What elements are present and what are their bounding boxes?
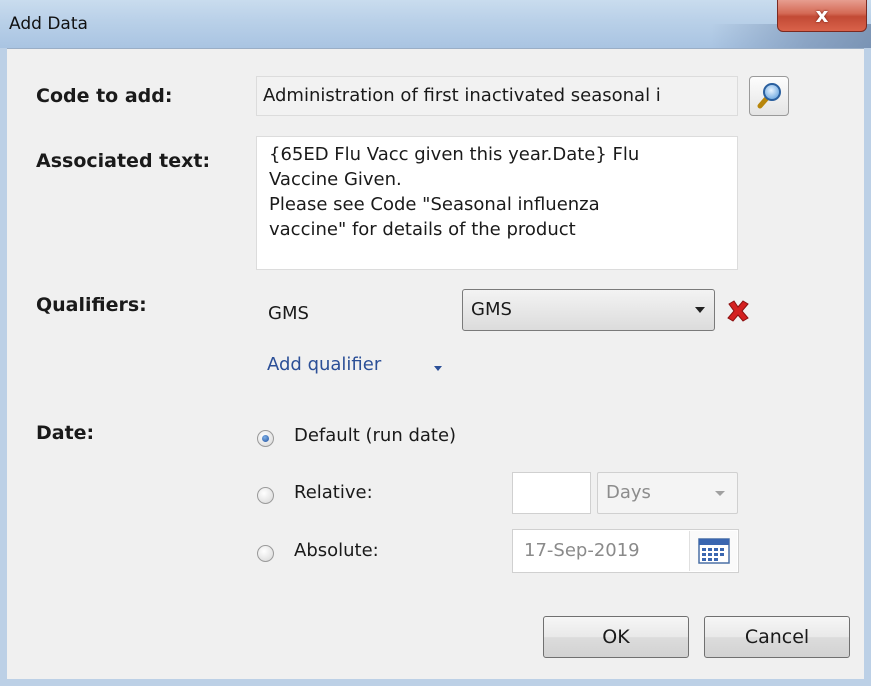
ok-button[interactable]: OK: [543, 616, 689, 658]
code-label: Code to add:: [36, 85, 173, 107]
calendar-icon: [698, 538, 730, 564]
title-bar: Add Data x: [0, 0, 871, 48]
radio-relative-label[interactable]: Relative:: [294, 482, 373, 503]
relative-unit-select[interactable]: Days: [597, 472, 738, 514]
qualifier-name: GMS: [268, 303, 309, 324]
qualifier-select-value: GMS: [471, 299, 512, 320]
qualifiers-label: Qualifiers:: [36, 294, 147, 316]
add-qualifier-link[interactable]: Add qualifier: [267, 354, 381, 375]
window-frame-right: [864, 48, 871, 686]
cancel-button[interactable]: Cancel: [704, 616, 850, 658]
code-input[interactable]: Administration of first inactivated seas…: [256, 76, 738, 116]
date-label: Date:: [36, 422, 95, 444]
window-frame-left: [0, 48, 7, 686]
associated-text-label: Associated text:: [36, 150, 211, 172]
radio-absolute-label[interactable]: Absolute:: [294, 540, 379, 561]
relative-unit-value: Days: [606, 482, 651, 503]
relative-amount-input[interactable]: [512, 472, 591, 514]
window-frame-bottom: [0, 678, 871, 686]
radio-absolute-date[interactable]: [257, 545, 274, 562]
radio-relative-date[interactable]: [257, 487, 274, 504]
close-button[interactable]: x: [777, 0, 867, 32]
close-icon: x: [815, 3, 829, 27]
chevron-down-icon: [695, 307, 705, 313]
add-qualifier-chevron-icon[interactable]: [434, 366, 442, 371]
qualifier-select[interactable]: GMS: [462, 289, 715, 331]
window-title: Add Data: [9, 14, 88, 34]
magnifier-icon: [757, 83, 781, 109]
associated-text-area[interactable]: {65ED Flu Vacc given this year.Date} Flu…: [256, 136, 738, 270]
chevron-down-icon: [715, 491, 725, 496]
radio-default-label[interactable]: Default (run date): [294, 425, 456, 446]
radio-default-date[interactable]: [257, 430, 274, 447]
calendar-button[interactable]: [689, 531, 737, 571]
remove-qualifier-icon[interactable]: [725, 298, 751, 324]
code-search-button[interactable]: [749, 76, 789, 116]
